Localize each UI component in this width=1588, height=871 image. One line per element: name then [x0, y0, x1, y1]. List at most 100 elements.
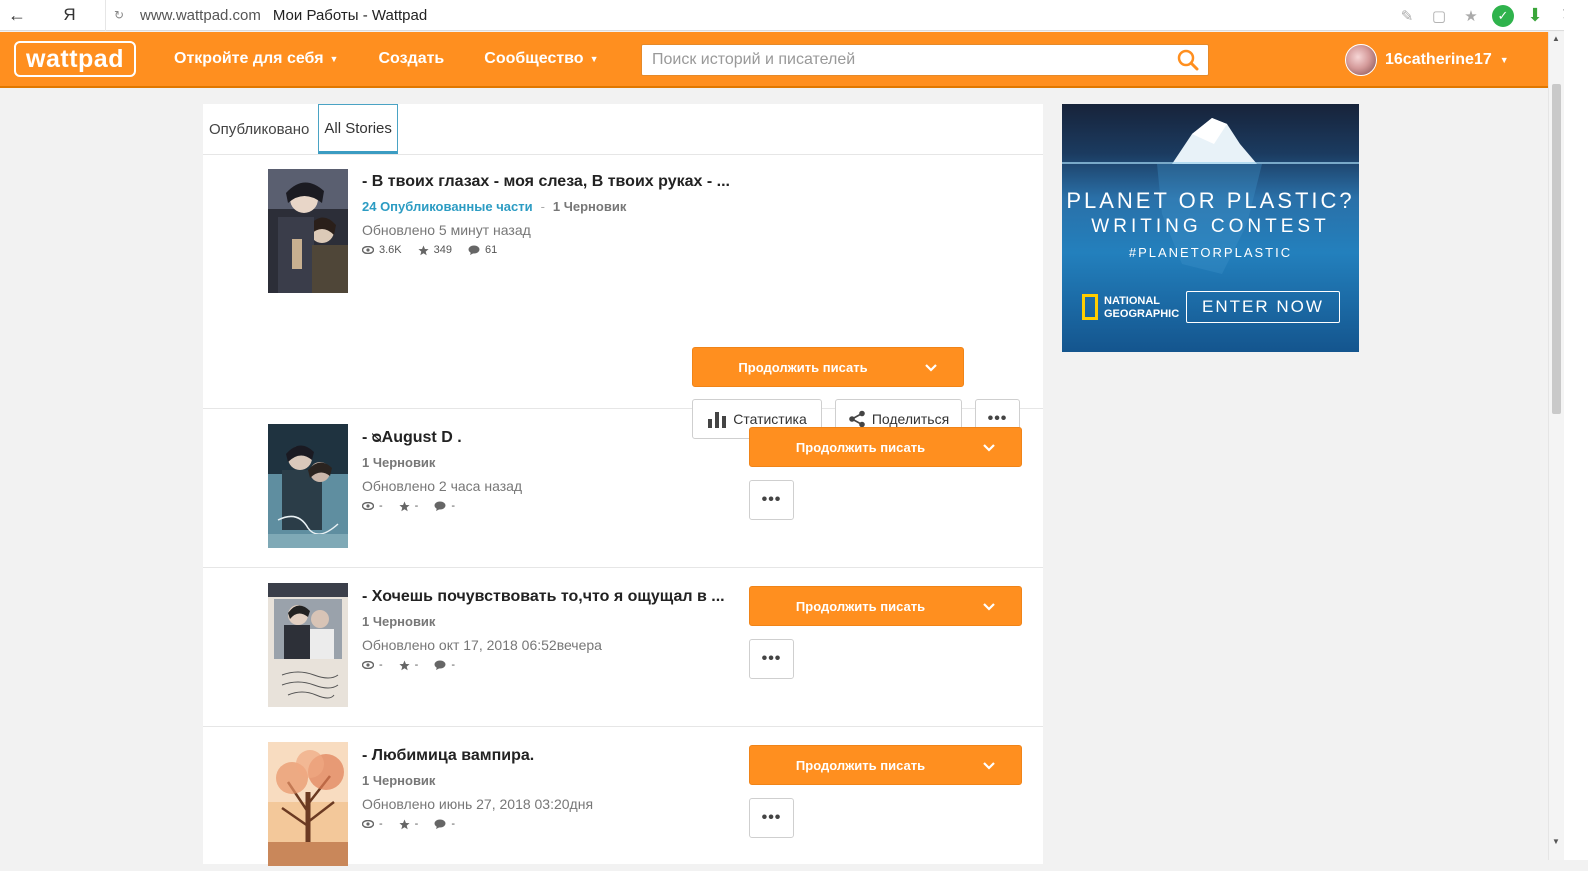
star-icon [399, 501, 410, 511]
scroll-up-arrow-icon[interactable]: ▲ [1552, 34, 1560, 43]
enter-now-button[interactable]: ENTER NOW [1186, 291, 1340, 323]
caret-down-icon: ▼ [329, 54, 339, 64]
continue-writing-button[interactable]: Продолжить писать [692, 347, 964, 387]
comment-icon [434, 819, 446, 829]
star-icon [399, 660, 410, 670]
main-nav: Откройте для себя ▼ Создать Сообщество ▼ [174, 50, 639, 68]
wattpad-logo[interactable]: wattpad [14, 41, 136, 77]
votes-stat: - [399, 818, 419, 830]
username[interactable]: 16catherine17 [1385, 51, 1492, 69]
story-cover[interactable] [268, 424, 348, 548]
chevron-down-icon[interactable] [923, 360, 939, 376]
more-options-icon: ••• [761, 491, 782, 508]
votes-count: - [414, 818, 419, 830]
continue-writing-label: Продолжить писать [795, 598, 926, 614]
story-title[interactable]: - ᴓAugust D . [362, 429, 522, 447]
continue-writing-button[interactable]: Продолжить писать [749, 745, 1022, 785]
views-count: - [379, 500, 383, 512]
search-input[interactable] [642, 45, 1168, 75]
draft-count[interactable]: 1 Черновик [362, 773, 593, 788]
star-icon [418, 245, 429, 255]
published-parts-link[interactable]: 24 Опубликованные части [362, 199, 533, 214]
comment-icon [434, 501, 446, 511]
story-card: - Хочешь почувствовать то,что я ощущал в… [203, 568, 1043, 727]
site-header: wattpad Откройте для себя ▼ Создать Сооб… [0, 32, 1548, 88]
draft-count[interactable]: 1 Черновик [362, 455, 522, 470]
views-stat: - [362, 659, 383, 671]
yandex-icon[interactable]: Я [34, 0, 106, 31]
address-bar-domain[interactable]: www.wattpad.com [140, 7, 261, 24]
search-icon[interactable] [1168, 45, 1208, 75]
story-cover[interactable] [268, 583, 348, 707]
natgeo-brand: NATIONAL GEOGRAPHIC [1104, 295, 1180, 320]
continue-writing-button[interactable]: Продолжить писать [749, 586, 1022, 626]
comments-stat: - [434, 818, 455, 830]
continue-writing-label: Продолжить писать [738, 359, 868, 375]
separator: - [540, 199, 545, 214]
chevron-down-icon[interactable] [981, 599, 997, 615]
lock-icon[interactable]: ▢ [1428, 5, 1450, 27]
story-stats: - - - [362, 659, 725, 671]
story-cover[interactable] [268, 742, 348, 866]
nav-community[interactable]: Сообщество ▼ [484, 50, 598, 68]
comments-stat: 61 [468, 244, 497, 256]
story-card: - В твоих глазах - моя слеза, В твоих ру… [203, 155, 1043, 439]
views-stat: - [362, 818, 383, 830]
pin-icon[interactable]: ✎ [1396, 5, 1418, 27]
page-scrollbar[interactable]: ▲ ▼ [1548, 32, 1564, 860]
ad-headline: PLANET OR PLASTIC? [1066, 188, 1355, 213]
draft-count[interactable]: 1 Черновик [553, 199, 626, 214]
tab-all-stories[interactable]: All Stories [318, 104, 398, 154]
caret-down-icon: ▼ [589, 54, 599, 64]
story-info: - Любимица вампира. 1 Черновик Обновлено… [362, 747, 593, 830]
updated-time: Обновлено июнь 27, 2018 03:20дня [362, 796, 594, 812]
scroll-down-arrow-icon[interactable]: ▼ [1552, 837, 1560, 846]
bookmark-star-icon[interactable]: ★ [1460, 5, 1482, 27]
scroll-thumb[interactable] [1552, 84, 1561, 414]
reload-icon[interactable]: ↻ [114, 8, 132, 22]
story-info: - ᴓAugust D . 1 Черновик Обновлено 2 час… [362, 429, 522, 512]
nav-create[interactable]: Создать [378, 50, 444, 68]
comments-stat: - [434, 500, 455, 512]
more-options-icon: ••• [761, 809, 782, 826]
chevron-down-icon[interactable] [981, 758, 997, 774]
story-info: - Хочешь почувствовать то,что я ощущал в… [362, 588, 725, 671]
continue-writing-label: Продолжить писать [795, 757, 926, 773]
natgeo-logo-icon [1082, 294, 1098, 320]
more-options-button[interactable]: ••• [749, 639, 794, 679]
avatar[interactable] [1345, 44, 1377, 76]
votes-count: 349 [433, 244, 452, 256]
story-title[interactable]: - Любимица вампира. [362, 747, 593, 765]
more-options-button[interactable]: ••• [749, 798, 794, 838]
comment-icon [434, 660, 446, 670]
story-cover[interactable] [268, 169, 348, 293]
continue-writing-button[interactable]: Продолжить писать [749, 427, 1022, 467]
download-extension-icon[interactable]: ⬇ [1524, 5, 1546, 27]
votes-count: - [414, 500, 419, 512]
chevron-down-icon[interactable] [981, 440, 997, 456]
more-options-icon: ••• [761, 650, 782, 667]
nav-community-label: Сообщество [484, 50, 584, 67]
story-stats: - - - [362, 818, 593, 830]
votes-stat: - [399, 500, 419, 512]
advertisement-banner[interactable]: PLANET OR PLASTIC? WRITING CONTEST #PLAN… [1062, 104, 1359, 352]
story-title[interactable]: - В твоих глазах - моя слеза, В твоих ру… [362, 173, 730, 191]
views-count: - [379, 818, 383, 830]
back-arrow-icon[interactable]: ← [0, 0, 34, 31]
updated-time: Обновлено 5 минут назад [362, 222, 531, 238]
draft-count[interactable]: 1 Черновик [362, 614, 725, 629]
caret-down-icon: ▼ [1499, 55, 1509, 65]
updated-time: Обновлено окт 17, 2018 06:52вечера [362, 637, 602, 653]
nav-discover[interactable]: Откройте для себя ▼ [174, 50, 338, 68]
comments-stat: - [434, 659, 455, 671]
story-title[interactable]: - Хочешь почувствовать то,что я ощущал в… [362, 588, 725, 606]
ad-subheadline: WRITING CONTEST [1091, 216, 1330, 237]
votes-count: - [414, 659, 419, 671]
more-options-button[interactable]: ••• [749, 480, 794, 520]
star-icon [399, 819, 410, 829]
tab-published[interactable]: Опубликовано [203, 104, 315, 154]
user-menu[interactable]: 16catherine17 ▼ [1345, 44, 1509, 76]
search-box [641, 44, 1209, 76]
protect-check-icon[interactable]: ✓ [1492, 4, 1514, 27]
comments-count: 61 [485, 244, 498, 256]
